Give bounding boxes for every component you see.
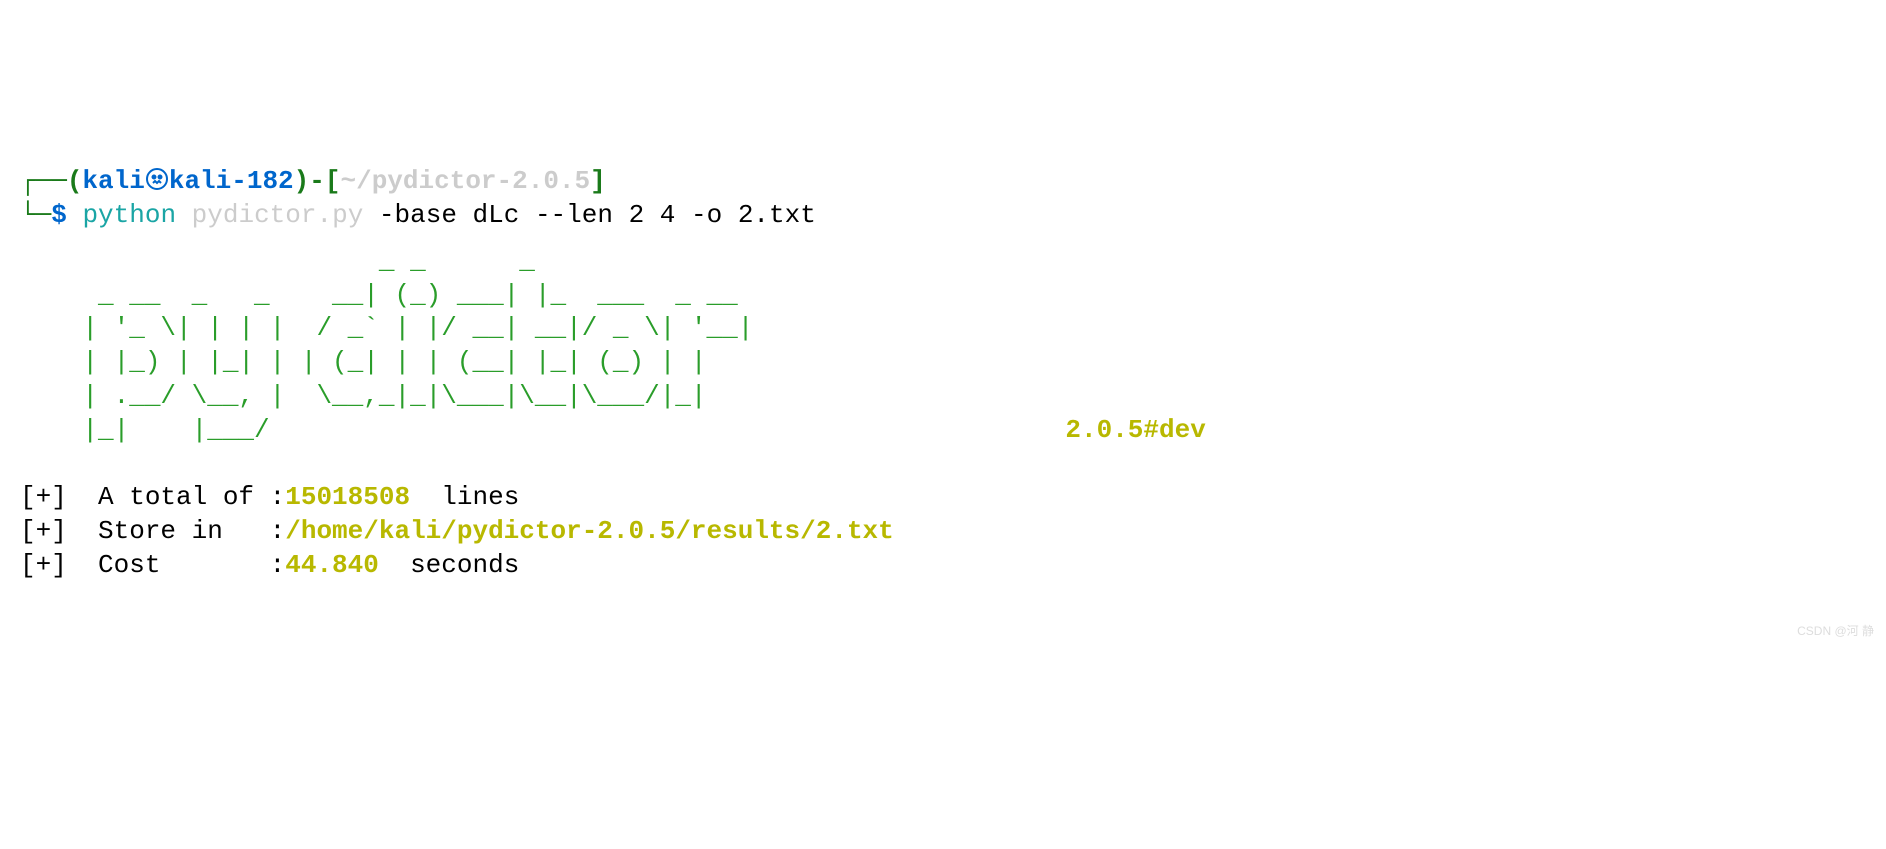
cmd-arg2-flag: --len — [535, 200, 629, 230]
output-total-suffix: lines — [410, 482, 519, 512]
ascii-lastline-row: |_| |___/ 2.0.5#dev — [20, 415, 1206, 445]
watermark: CSDN @河 静 — [1797, 624, 1874, 640]
cmd-arg3-val: 2.txt — [738, 200, 816, 230]
output-cost-suffix: seconds — [379, 550, 519, 580]
ascii-banner: _ _ _ _ __ _ _ __| (_) ___| |_ ___ _ __ … — [20, 245, 1866, 414]
cmd-script: pydictor.py — [176, 200, 379, 230]
output-cost: [+] Cost :44.840 seconds — [20, 549, 1866, 583]
skull-icon — [145, 166, 169, 196]
output-store-prefix: [+] Store in : — [20, 516, 285, 546]
box-corner-tl: ┌── — [20, 166, 67, 196]
output-total: [+] A total of :15018508 lines — [20, 481, 1866, 515]
output-store-value: /home/kali/pydictor-2.0.5/results/2.txt — [285, 516, 894, 546]
ascii-lastline: |_| |___/ — [20, 415, 785, 445]
paren-close: ) — [294, 166, 310, 196]
cmd-arg3-flag: -o — [691, 200, 738, 230]
box-corner-bl: └─ — [20, 200, 51, 230]
output-total-prefix: [+] A total of : — [20, 482, 285, 512]
paren-open: ( — [67, 166, 83, 196]
prompt-dollar: $ — [51, 200, 82, 230]
bracket-close: ] — [590, 166, 606, 196]
prompt-cwd: ~/pydictor-2.0.5 — [341, 166, 591, 196]
cmd-arg1-flag: -base — [379, 200, 473, 230]
output-store: [+] Store in :/home/kali/pydictor-2.0.5/… — [20, 515, 1866, 549]
cmd-arg1-val: dLc — [473, 200, 535, 230]
prompt-line-2: └─$ python pydictor.py -base dLc --len 2… — [20, 199, 1866, 233]
prompt-user: kali — [82, 166, 144, 196]
output-cost-prefix: [+] Cost : — [20, 550, 285, 580]
prompt-host: kali-182 — [169, 166, 294, 196]
output-cost-value: 44.840 — [285, 550, 379, 580]
prompt-line-1: ┌──(kali kali-182)-[~/pydictor-2.0.5] — [20, 165, 1866, 199]
output-total-value: 15018508 — [285, 482, 410, 512]
version-label: 2.0.5#dev — [1065, 415, 1205, 445]
cmd-arg2-val: 2 4 — [629, 200, 691, 230]
dash-bracket: -[ — [309, 166, 340, 196]
cmd-interpreter: python — [82, 200, 176, 230]
